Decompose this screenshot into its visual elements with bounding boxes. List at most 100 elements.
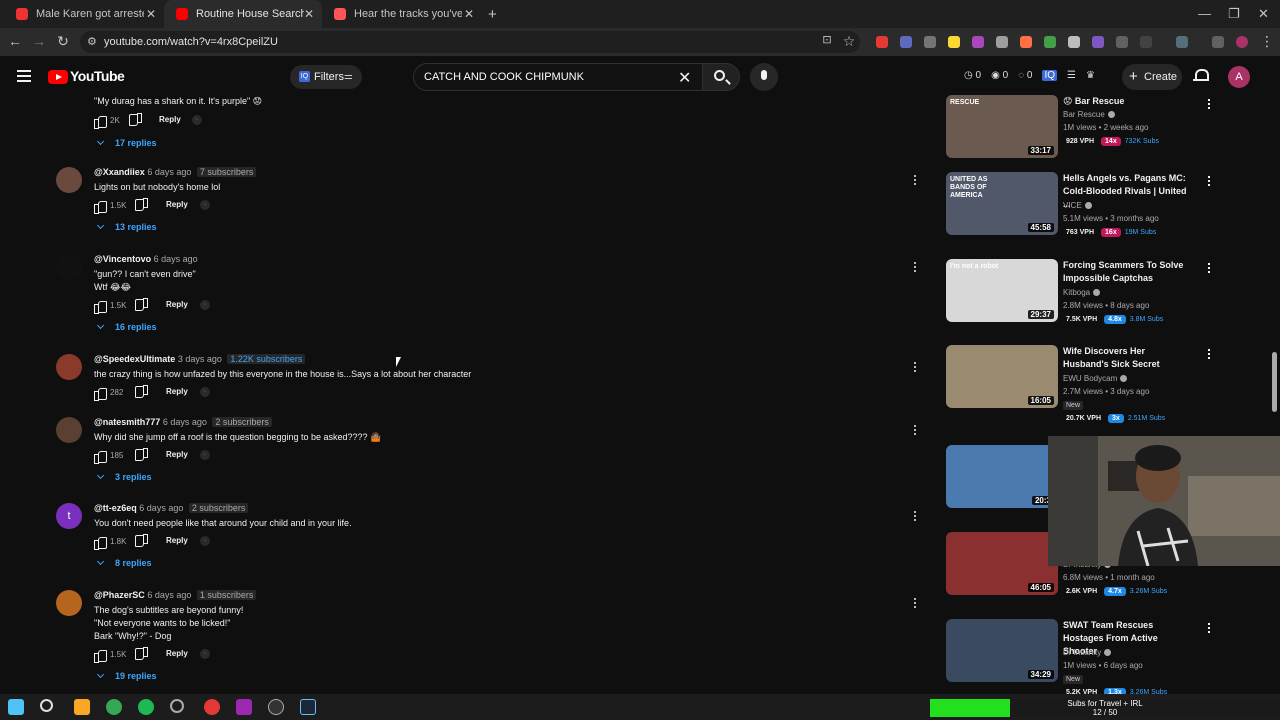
translate-icon[interactable]: ◦ — [192, 115, 202, 125]
reply-button[interactable]: Reply — [166, 450, 188, 459]
extension-icon[interactable] — [1068, 36, 1080, 48]
view-replies-button[interactable]: 13 replies — [94, 221, 157, 232]
video-thumbnail[interactable]: 46:05 — [946, 532, 1058, 595]
windows-start-icon[interactable] — [8, 699, 24, 715]
dislike-icon[interactable] — [136, 200, 148, 212]
like-icon[interactable] — [94, 300, 107, 314]
close-window-icon[interactable]: ✕ — [1258, 6, 1269, 22]
media-icon[interactable] — [1212, 36, 1224, 48]
translate-icon[interactable]: ◦ — [200, 536, 210, 546]
channel-name[interactable]: EWU Bodycam — [1063, 374, 1128, 383]
reload-icon[interactable]: ↻ — [54, 33, 72, 50]
video-title[interactable]: 😟 Bar Rescue — [1063, 95, 1193, 108]
extension-icon[interactable] — [1044, 36, 1056, 48]
avatar[interactable] — [56, 254, 82, 280]
comment-author[interactable]: @tt-ez6eq — [94, 503, 137, 513]
comment-time[interactable]: 6 days ago — [147, 167, 191, 177]
avatar[interactable] — [56, 354, 82, 380]
youtube-logo-icon[interactable] — [48, 70, 68, 84]
dislike-icon[interactable] — [136, 300, 148, 312]
extension-icon[interactable] — [900, 36, 912, 48]
avatar[interactable] — [56, 167, 82, 193]
browser-tab[interactable]: Hear the tracks you've liked: on ✕ — [322, 0, 482, 28]
more-actions-icon[interactable] — [914, 175, 918, 187]
comment-time[interactable]: 6 days ago — [154, 254, 198, 264]
chrome-icon[interactable] — [106, 699, 122, 715]
voice-search-button[interactable] — [750, 63, 778, 91]
channel-name[interactable]: Kitboga — [1063, 288, 1101, 297]
video-thumbnail[interactable]: RESCUE 33:17 — [946, 95, 1058, 158]
filters-button[interactable]: IQ Filters ⚌ — [290, 65, 362, 89]
bookmark-star-icon[interactable]: ☆ — [840, 33, 858, 50]
address-bar[interactable]: ⚙ youtube.com/watch?v=4rx8CpeilZU — [80, 31, 860, 53]
channel-name[interactable]: VICE — [1063, 201, 1092, 210]
list-icon[interactable]: ☰ — [1067, 70, 1076, 81]
dislike-icon[interactable] — [130, 115, 142, 127]
restore-icon[interactable]: ❐ — [1228, 6, 1240, 22]
new-tab-button[interactable]: + — [482, 0, 506, 28]
video-thumbnail[interactable]: 34:29 — [946, 619, 1058, 682]
like-icon[interactable] — [94, 200, 107, 214]
more-actions-icon[interactable] — [914, 511, 918, 523]
obs-icon[interactable] — [268, 699, 284, 715]
browser-tab-active[interactable]: Routine House Search Takes a D ✕ — [164, 0, 322, 28]
youtube-logo-text[interactable]: YouTube — [70, 68, 125, 84]
comment-author[interactable]: @Xxandiiex — [94, 167, 145, 177]
extensions-puzzle-icon[interactable] — [1140, 36, 1152, 48]
video-thumbnail[interactable]: 20:3 — [946, 445, 1058, 508]
translate-icon[interactable]: ◦ — [200, 450, 210, 460]
channel-name[interactable]: Dr Insanity — [1063, 648, 1112, 657]
more-actions-icon[interactable] — [1208, 349, 1212, 361]
steam-icon[interactable] — [300, 699, 316, 715]
more-actions-icon[interactable] — [914, 598, 918, 610]
browser-tab[interactable]: Male Karen got arrested for th ✕ — [4, 0, 164, 28]
extension-icon[interactable] — [876, 36, 888, 48]
extension-icon[interactable] — [972, 36, 984, 48]
file-explorer-icon[interactable] — [74, 699, 90, 715]
video-title[interactable]: Wife Discovers Her Husband's Sick Secret — [1063, 345, 1193, 371]
chrome-menu-icon[interactable]: ⋮ — [1258, 33, 1276, 50]
spotify-icon[interactable] — [138, 699, 154, 715]
notifications-bell-icon[interactable] — [1193, 68, 1209, 82]
related-video[interactable]: RESCUE 33:17 😟 Bar Rescue Bar Rescue 1M vi… — [946, 95, 1216, 159]
dislike-icon[interactable] — [136, 450, 148, 462]
tab-close-icon[interactable]: ✕ — [304, 7, 314, 21]
view-replies-button[interactable]: 19 replies — [94, 670, 157, 681]
pokeball-icon[interactable] — [204, 699, 220, 715]
extension-icon[interactable] — [948, 36, 960, 48]
forward-icon[interactable]: → — [30, 33, 48, 49]
comment-author[interactable]: @natesmith777 — [94, 417, 160, 427]
like-icon[interactable] — [94, 649, 107, 663]
avatar[interactable] — [56, 417, 82, 443]
more-actions-icon[interactable] — [1208, 99, 1212, 111]
related-video[interactable]: UNITED AS BANDS OF AMERICA 45:58 Hells A… — [946, 172, 1216, 237]
reply-button[interactable]: Reply — [166, 200, 188, 209]
reply-button[interactable]: Reply — [166, 649, 188, 658]
translate-icon[interactable]: ◦ — [200, 200, 210, 210]
comment-time[interactable]: 6 days ago — [163, 417, 207, 427]
extension-icon[interactable]: IQ — [1042, 70, 1058, 81]
hamburger-menu-icon[interactable] — [17, 70, 31, 82]
translate-icon[interactable]: ◦ — [200, 387, 210, 397]
tab-close-icon[interactable]: ✕ — [464, 7, 474, 21]
reply-button[interactable]: Reply — [166, 300, 188, 309]
dislike-icon[interactable] — [136, 387, 148, 399]
translate-icon[interactable]: ◦ — [200, 300, 210, 310]
channel-name[interactable]: Bar Rescue — [1063, 110, 1115, 119]
search-button[interactable] — [702, 63, 740, 91]
more-actions-icon[interactable] — [914, 262, 918, 274]
more-actions-icon[interactable] — [1208, 176, 1212, 188]
search-input[interactable]: CATCH AND COOK CHIPMUNK — [413, 63, 703, 91]
view-replies-button[interactable]: 17 replies — [94, 137, 157, 148]
more-actions-icon[interactable] — [914, 425, 918, 437]
more-actions-icon[interactable] — [914, 362, 918, 374]
install-icon[interactable]: ⊡ — [818, 33, 836, 46]
extension-icon[interactable] — [924, 36, 936, 48]
video-thumbnail[interactable]: UNITED AS BANDS OF AMERICA 45:58 — [946, 172, 1058, 235]
side-panel-icon[interactable] — [1176, 36, 1188, 48]
back-icon[interactable]: ← — [6, 33, 24, 49]
view-replies-button[interactable]: 3 replies — [94, 471, 152, 482]
extension-icon[interactable] — [1092, 36, 1104, 48]
comment-author[interactable]: @PhazerSC — [94, 590, 145, 600]
avatar[interactable] — [56, 590, 82, 616]
